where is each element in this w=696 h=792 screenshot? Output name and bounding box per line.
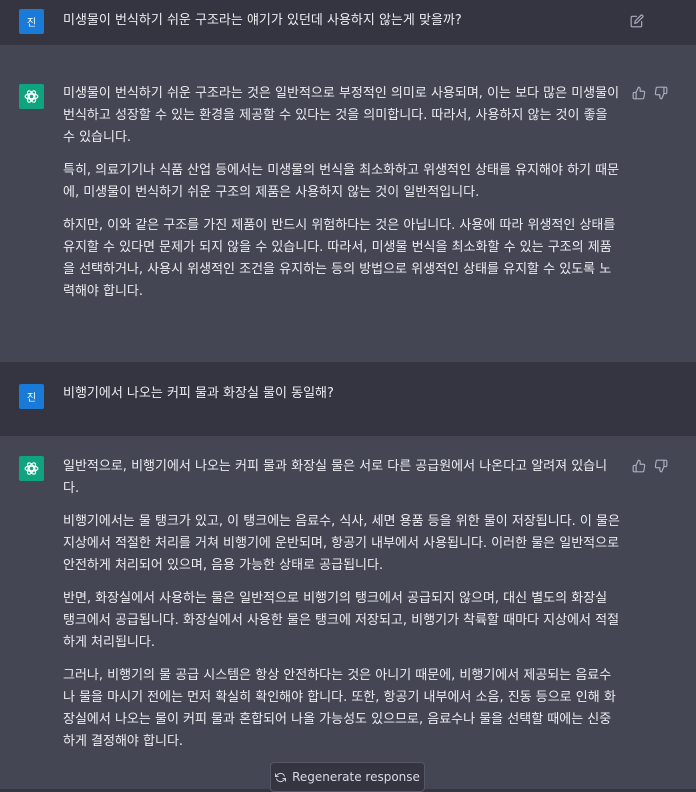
regenerate-response-button[interactable]: Regenerate response [270,762,425,792]
thumbs-up-icon[interactable] [632,459,646,473]
user-avatar-label: 진 [26,393,37,404]
thumbs-down-icon[interactable] [654,459,668,473]
user-message: 진 미생물이 번식하기 쉬운 구조라는 얘기가 있던데 사용하지 않는게 맞을까… [0,0,696,45]
user-avatar: 진 [19,384,44,409]
assistant-message: 일반적으로, 비행기에서 나오는 커피 물과 화장실 물은 서로 다른 공급원에… [0,436,696,789]
user-message-text: 비행기에서 나오는 커피 물과 화장실 물이 동일해? [63,386,334,401]
user-avatar: 진 [19,9,44,34]
edit-button[interactable] [630,14,644,28]
feedback-buttons [632,459,668,473]
paragraph: 일반적으로, 비행기에서 나오는 커피 물과 화장실 물은 서로 다른 공급원에… [63,459,608,496]
paragraph: 그러나, 비행기의 물 공급 시스템은 항상 안전하다는 것은 아니기 때문에,… [63,668,616,749]
assistant-message-text: 미생물이 번식하기 쉬운 구조라는 것은 일반적으로 부정적인 의미로 사용되며… [63,83,623,314]
assistant-avatar [19,84,44,109]
assistant-message-text: 일반적으로, 비행기에서 나오는 커피 물과 화장실 물은 서로 다른 공급원에… [63,456,623,764]
paragraph: 하지만, 이와 같은 구조를 가진 제품이 반드시 위험하다는 것은 아닙니다.… [63,218,616,299]
paragraph: 반면, 화장실에서 사용하는 물은 일반적으로 비행기의 탱크에서 공급되지 않… [63,591,620,650]
paragraph: 특히, 의료기기나 식품 산업 등에서는 미생물의 번식을 최소화하고 위생적인… [63,163,620,200]
openai-logo-icon [24,90,39,103]
paragraph: 비행기에서는 물 탱크가 있고, 이 탱크에는 음료수, 식사, 세면 용품 등… [63,514,620,573]
assistant-message: 미생물이 번식하기 쉬운 구조라는 것은 일반적으로 부정적인 의미로 사용되며… [0,45,696,362]
assistant-avatar [19,456,44,481]
user-avatar-label: 진 [26,18,37,29]
paragraph: 미생물이 번식하기 쉬운 구조라는 것은 일반적으로 부정적인 의미로 사용되며… [63,86,620,145]
thumbs-up-icon[interactable] [632,86,646,100]
feedback-buttons [632,86,668,100]
openai-logo-icon [24,462,39,475]
thumbs-down-icon[interactable] [654,86,668,100]
user-message-text: 미생물이 번식하기 쉬운 구조라는 얘기가 있던데 사용하지 않는게 맞을까? [63,13,462,28]
user-message: 진 비행기에서 나오는 커피 물과 화장실 물이 동일해? [0,362,696,436]
edit-icon [630,14,644,28]
refresh-icon [275,772,287,782]
regenerate-label: Regenerate response [292,770,420,784]
